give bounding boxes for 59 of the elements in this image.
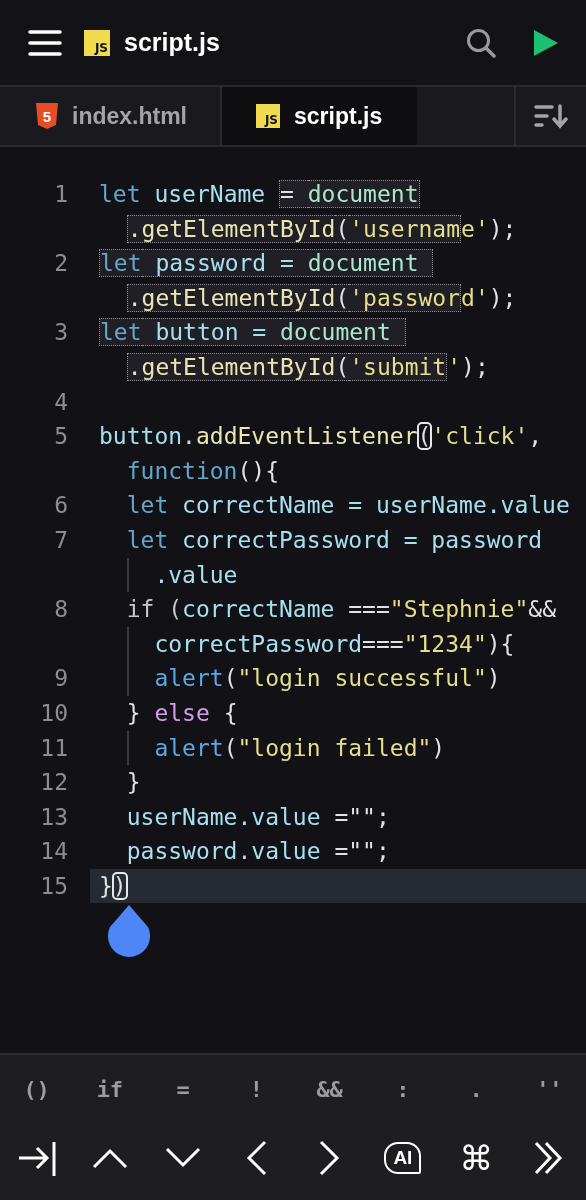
- chevron-up-icon[interactable]: [91, 1147, 128, 1169]
- command-key[interactable]: ⌘: [459, 1141, 494, 1175]
- search-icon[interactable]: [466, 27, 496, 58]
- code-line: let correctPassword = password: [125, 525, 543, 555]
- line-number: 1: [54, 180, 68, 209]
- symbol-key[interactable]: if: [94, 1067, 125, 1111]
- code-line: }: [125, 768, 141, 798]
- symbol-key[interactable]: =: [168, 1067, 199, 1111]
- symbol-key[interactable]: &&: [314, 1067, 345, 1111]
- code-line: alert("login failed"): [153, 733, 446, 763]
- code-line: } else {: [125, 698, 238, 728]
- code-line: let userName = document: [99, 179, 420, 210]
- code-line: correctPassword==="1234"){: [153, 629, 515, 659]
- menu-icon[interactable]: [28, 28, 62, 57]
- line-number: 5: [54, 422, 68, 452]
- line-number: 7: [54, 525, 68, 555]
- symbol-key[interactable]: .: [461, 1067, 492, 1111]
- code-line: .getElementById('username');: [126, 213, 517, 245]
- symbol-key[interactable]: (): [21, 1067, 52, 1111]
- line-number: 14: [40, 837, 68, 867]
- code-line: let password = document: [99, 246, 434, 281]
- js-file-icon: JS: [256, 104, 280, 128]
- symbol-key[interactable]: :: [387, 1067, 418, 1111]
- line-number: 3: [54, 318, 68, 348]
- line-number: 13: [40, 802, 68, 832]
- line-number: 12: [40, 768, 68, 798]
- code-line: button.addEventListener('click',: [99, 422, 543, 452]
- code-line: .getElementById('password');: [126, 282, 517, 314]
- file-tab[interactable]: JS script.js: [222, 87, 417, 145]
- sort-icon[interactable]: [534, 103, 568, 129]
- code-line: alert("login successful"): [153, 664, 501, 694]
- code-line: userName.value ="";: [125, 802, 390, 832]
- chevron-right-icon[interactable]: [318, 1140, 341, 1176]
- line-number: 8: [54, 595, 68, 625]
- line-number: 15: [40, 871, 68, 901]
- line-number: 9: [54, 664, 68, 694]
- code-line: }): [99, 871, 127, 901]
- code-line: let correctName = userName.value: [125, 491, 570, 521]
- file-title: script.js: [124, 28, 221, 57]
- line-number: 4: [54, 387, 68, 417]
- js-file-icon: JS: [84, 29, 110, 56]
- line-number: 10: [40, 698, 68, 728]
- code-line: let button = document: [99, 315, 406, 350]
- code-line: function(){: [126, 456, 279, 486]
- line-number: 6: [54, 491, 68, 521]
- symbol-key[interactable]: '': [534, 1067, 565, 1111]
- symbol-key[interactable]: !: [241, 1067, 272, 1111]
- chevron-down-icon[interactable]: [165, 1147, 202, 1169]
- code-line: password.value ="";: [125, 837, 390, 867]
- double-chevron-icon[interactable]: [534, 1141, 565, 1175]
- ai-button[interactable]: AI: [384, 1142, 422, 1174]
- line-number: 11: [40, 733, 68, 763]
- html-file-icon: 5: [36, 103, 58, 129]
- tab-key-icon[interactable]: [16, 1140, 57, 1176]
- run-icon[interactable]: [534, 29, 558, 56]
- line-number: 2: [54, 249, 68, 279]
- code-line: .value: [153, 560, 238, 590]
- code-line: if (correctName ==="Stephnie"&&: [125, 595, 556, 625]
- chevron-left-icon[interactable]: [245, 1140, 268, 1176]
